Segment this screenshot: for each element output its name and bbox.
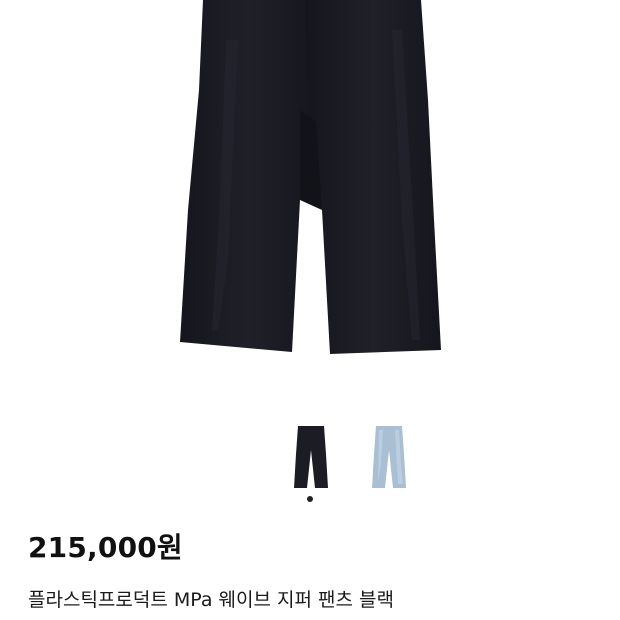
black-pants-thumbnail[interactable] — [291, 424, 331, 490]
light-blue-pants-thumbnail[interactable] — [369, 424, 409, 490]
product-title: 플라스틱프로덕트 MPa 웨이브 지퍼 팬츠 블랙 — [28, 589, 394, 611]
carousel-dot-active[interactable] — [307, 496, 313, 502]
black-pants-illustration — [180, 0, 441, 354]
product-main-image[interactable] — [0, 0, 620, 400]
thumbnail-strip — [0, 424, 620, 490]
product-price: 215,000원 — [28, 531, 183, 564]
carousel-indicator — [0, 496, 620, 504]
